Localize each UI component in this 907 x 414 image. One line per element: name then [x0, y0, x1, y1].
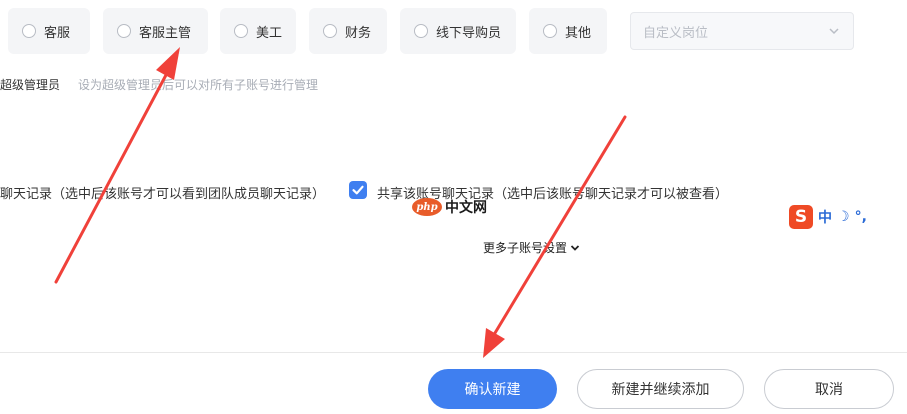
ime-logo-icon[interactable]: S: [789, 205, 813, 229]
radio-icon[interactable]: [543, 24, 557, 38]
role-label: 其他: [565, 25, 592, 41]
super-admin-hint: 设为超级管理员后可以对所有子账号进行管理: [78, 78, 319, 92]
share-records-checkbox[interactable]: [349, 181, 367, 199]
footer-divider: [0, 352, 907, 353]
role-option-finance[interactable]: 财务: [309, 8, 387, 54]
role-option-kefu[interactable]: 客服: [8, 8, 90, 54]
watermark-php-cn: php 中文网: [412, 197, 487, 217]
arrow-to-confirm: [493, 115, 627, 335]
watermark-text: 中文网: [445, 200, 487, 216]
ime-language-toggle[interactable]: 中: [818, 207, 832, 227]
chevron-down-icon: [829, 28, 839, 35]
role-label: 美工: [256, 25, 283, 41]
role-option-other[interactable]: 其他: [529, 8, 607, 54]
super-admin-label: 超级管理员: [0, 78, 61, 92]
view-team-records-label[interactable]: 聊天记录（选中后该账号才可以看到团队成员聊天记录）: [0, 183, 325, 202]
moon-icon[interactable]: ☽: [837, 209, 850, 225]
punctuation-toggle[interactable]: °,: [855, 209, 867, 225]
role-option-kefu-supervisor[interactable]: 客服主管: [103, 8, 208, 54]
radio-icon[interactable]: [234, 24, 248, 38]
arrow-head-down-icon: [483, 328, 505, 358]
radio-icon[interactable]: [414, 24, 428, 38]
chevron-down-icon: [570, 244, 580, 251]
role-option-offline-guide[interactable]: 线下导购员: [400, 8, 516, 54]
cancel-button[interactable]: 取消: [764, 369, 894, 409]
arrow-to-supervisor: [54, 73, 168, 284]
more-settings-label: 更多子账号设置: [483, 241, 568, 255]
role-label: 客服主管: [139, 25, 192, 41]
create-and-continue-button[interactable]: 新建并继续添加: [577, 369, 744, 409]
confirm-create-button[interactable]: 确认新建: [428, 369, 557, 409]
ime-toolbar[interactable]: S 中 ☽ °,: [789, 204, 907, 230]
custom-role-placeholder: 自定义岗位: [643, 25, 709, 41]
watermark-logo: php: [412, 198, 442, 216]
radio-icon[interactable]: [323, 24, 337, 38]
more-settings-toggle[interactable]: 更多子账号设置: [483, 239, 580, 256]
checkmark-icon: [352, 185, 364, 195]
custom-role-select[interactable]: 自定义岗位: [630, 12, 854, 50]
role-label: 客服: [44, 25, 71, 41]
role-label: 线下导购员: [436, 25, 502, 41]
role-option-designer[interactable]: 美工: [220, 8, 296, 54]
role-label: 财务: [345, 25, 372, 41]
radio-icon[interactable]: [117, 24, 131, 38]
radio-icon[interactable]: [22, 24, 36, 38]
